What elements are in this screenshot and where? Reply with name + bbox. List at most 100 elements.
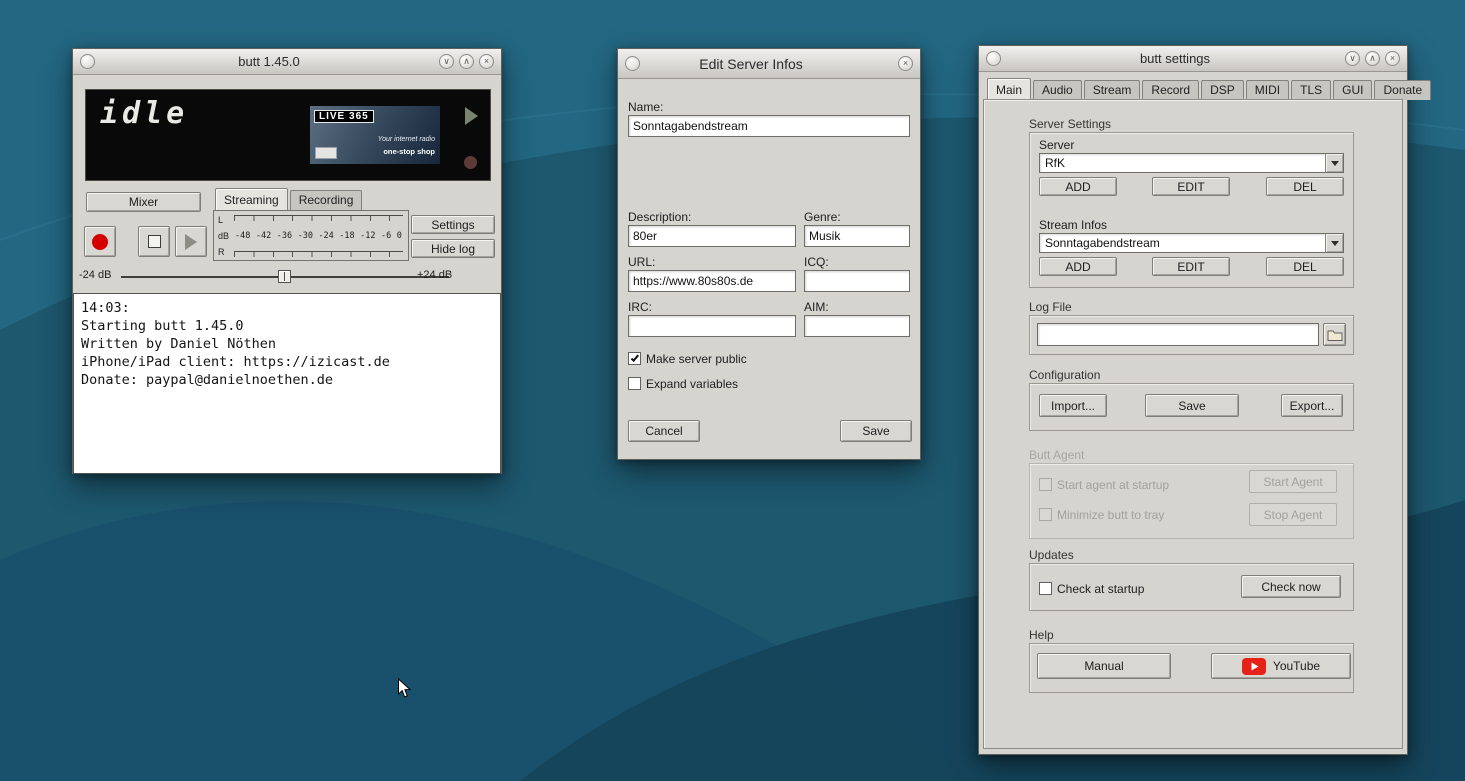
settings-tabs: Main Audio Stream Record DSP MIDI TLS GU… xyxy=(987,78,1433,100)
stream-play-indicator-icon xyxy=(465,107,478,125)
description-field[interactable] xyxy=(628,225,796,247)
scale-tick: -30 xyxy=(298,231,313,241)
cancel-button[interactable]: Cancel xyxy=(628,420,700,442)
icq-field[interactable] xyxy=(804,270,910,292)
server-add-button[interactable]: ADD xyxy=(1039,177,1117,196)
main-window-titlebar[interactable]: butt 1.45.0 ∨ ∧ × xyxy=(73,49,501,75)
minimize-butt-to-tray-checkbox xyxy=(1039,508,1052,521)
minimize-button[interactable]: ∨ xyxy=(1345,51,1360,66)
settings-window-body: Main Audio Stream Record DSP MIDI TLS GU… xyxy=(979,72,1407,754)
tab-donate[interactable]: Donate xyxy=(1374,80,1431,100)
log-output[interactable]: 14:03: Starting butt 1.45.0 Written by D… xyxy=(73,293,501,474)
export-button[interactable]: Export... xyxy=(1281,394,1343,417)
close-icon: × xyxy=(1390,54,1395,63)
name-label: Name: xyxy=(628,100,663,114)
settings-window-title: butt settings xyxy=(1019,51,1331,66)
main-window: butt 1.45.0 ∨ ∧ × idle LIVE 365 Your int… xyxy=(72,48,502,474)
stream-infos-dropdown[interactable]: Sonntagabendstream xyxy=(1039,233,1344,253)
settings-button[interactable]: Settings xyxy=(411,215,495,234)
banner-tagline: Your internet radio xyxy=(378,136,435,143)
window-menu-button[interactable] xyxy=(80,54,95,69)
youtube-button-label: YouTube xyxy=(1273,659,1320,673)
icq-label: ICQ: xyxy=(804,255,829,269)
edit-dialog-titlebar[interactable]: Edit Server Infos × xyxy=(618,49,920,79)
stream-edit-button[interactable]: EDIT xyxy=(1152,257,1230,276)
stream-del-button[interactable]: DEL xyxy=(1266,257,1344,276)
minimize-button[interactable]: ∨ xyxy=(439,54,454,69)
log-file-field[interactable] xyxy=(1037,323,1319,346)
aim-field[interactable] xyxy=(804,315,910,337)
start-agent-button: Start Agent xyxy=(1249,470,1337,493)
tab-tls[interactable]: TLS xyxy=(1291,80,1331,100)
minimize-butt-to-tray-label: Minimize butt to tray xyxy=(1057,508,1164,522)
stream-add-button[interactable]: ADD xyxy=(1039,257,1117,276)
manual-button[interactable]: Manual xyxy=(1037,653,1171,679)
import-button[interactable]: Import... xyxy=(1039,394,1107,417)
scale-tick: 0 xyxy=(397,231,402,241)
volume-slider-handle[interactable] xyxy=(278,270,291,283)
maximize-button[interactable]: ∧ xyxy=(459,54,474,69)
stop-button[interactable] xyxy=(138,226,170,257)
log-line: Starting butt 1.45.0 xyxy=(81,317,493,335)
server-settings-group-label: Server Settings xyxy=(1029,117,1111,131)
tab-gui[interactable]: GUI xyxy=(1333,80,1372,100)
make-server-public-checkbox[interactable] xyxy=(628,352,641,365)
meter-db-label: dB xyxy=(218,231,234,241)
close-button[interactable]: × xyxy=(479,54,494,69)
tab-streaming[interactable]: Streaming xyxy=(215,188,288,210)
server-del-button[interactable]: DEL xyxy=(1266,177,1344,196)
tab-stream[interactable]: Stream xyxy=(1084,80,1141,100)
dropdown-arrow-button[interactable] xyxy=(1325,234,1343,252)
server-edit-button[interactable]: EDIT xyxy=(1152,177,1230,196)
tab-record[interactable]: Record xyxy=(1142,80,1199,100)
play-button[interactable] xyxy=(175,226,207,257)
vu-meter-channel-labels: L dB R xyxy=(218,215,234,257)
edit-dialog-body: Name: Description: Genre: URL: ICQ: IRC:… xyxy=(618,79,920,459)
window-menu-button[interactable] xyxy=(625,56,640,71)
volume-max-label: +24 dB xyxy=(417,269,452,281)
config-save-button[interactable]: Save xyxy=(1145,394,1239,417)
settings-window: butt settings ∨ ∧ × Main Audio Stream Re… xyxy=(978,45,1408,755)
check-at-startup-checkbox[interactable] xyxy=(1039,582,1052,595)
settings-window-titlebar[interactable]: butt settings ∨ ∧ × xyxy=(979,46,1407,72)
main-window-body: idle LIVE 365 Your internet radio one-st… xyxy=(73,75,501,473)
dropdown-arrow-button[interactable] xyxy=(1325,154,1343,172)
save-button[interactable]: Save xyxy=(840,420,912,442)
meter-left-label: L xyxy=(218,215,234,225)
close-button[interactable]: × xyxy=(898,56,913,71)
check-now-button[interactable]: Check now xyxy=(1241,575,1341,598)
url-field[interactable] xyxy=(628,270,796,292)
irc-field[interactable] xyxy=(628,315,796,337)
status-text: idle xyxy=(100,96,188,131)
live365-ad-banner[interactable]: LIVE 365 Your internet radio one-stop sh… xyxy=(310,106,440,164)
mixer-button[interactable]: Mixer xyxy=(86,192,201,212)
record-button[interactable] xyxy=(84,226,116,257)
scale-tick: -18 xyxy=(339,231,354,241)
aim-label: AIM: xyxy=(804,300,829,314)
edit-server-dialog: Edit Server Infos × Name: Description: G… xyxy=(617,48,921,460)
updates-group-label: Updates xyxy=(1029,548,1074,562)
check-icon xyxy=(630,353,638,362)
log-file-group-label: Log File xyxy=(1029,300,1072,314)
scale-tick: -36 xyxy=(277,231,292,241)
server-dropdown[interactable]: RfK xyxy=(1039,153,1344,173)
window-menu-button[interactable] xyxy=(986,51,1001,66)
start-agent-at-startup-label: Start agent at startup xyxy=(1057,478,1169,492)
log-file-browse-button[interactable] xyxy=(1323,323,1346,346)
maximize-button[interactable]: ∧ xyxy=(1365,51,1380,66)
tab-main[interactable]: Main xyxy=(987,78,1031,100)
banner-tagline-2: one-stop shop xyxy=(383,147,435,156)
tab-midi[interactable]: MIDI xyxy=(1246,80,1289,100)
name-field[interactable] xyxy=(628,115,910,137)
tab-audio[interactable]: Audio xyxy=(1033,80,1082,100)
log-line: 14:03: xyxy=(81,299,493,317)
close-button[interactable]: × xyxy=(1385,51,1400,66)
youtube-button[interactable]: YouTube xyxy=(1211,653,1351,679)
tab-recording[interactable]: Recording xyxy=(290,190,363,210)
hide-log-button[interactable]: Hide log xyxy=(411,239,495,258)
genre-field[interactable] xyxy=(804,225,910,247)
tab-dsp[interactable]: DSP xyxy=(1201,80,1244,100)
expand-variables-checkbox[interactable] xyxy=(628,377,641,390)
meter-left-ticks xyxy=(234,215,403,221)
expand-variables-label: Expand variables xyxy=(646,377,738,391)
